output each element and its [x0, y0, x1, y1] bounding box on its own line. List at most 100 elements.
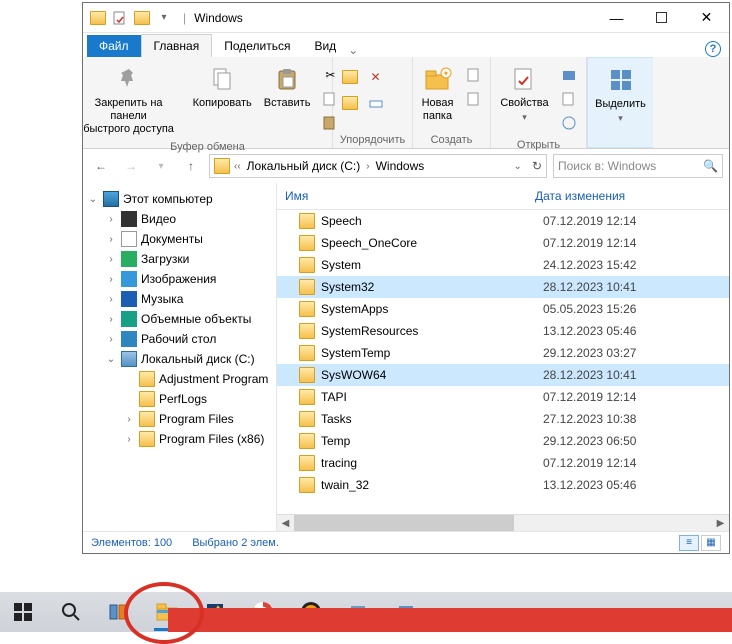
chevron-down-icon[interactable]: ⌄: [87, 194, 99, 205]
file-name: Tasks: [321, 412, 543, 426]
file-row[interactable]: SystemApps05.05.2023 15:26: [277, 298, 729, 320]
maximize-button[interactable]: [639, 3, 684, 33]
scroll-left-arrow[interactable]: ◀: [277, 518, 294, 529]
breadcrumb[interactable]: ‹‹ Локальный диск (C:) › Windows ⌄ ↻: [209, 154, 547, 178]
tab-file[interactable]: Файл: [87, 35, 141, 57]
edit-icon[interactable]: [559, 89, 579, 109]
tree-item-folder[interactable]: ›Program Files: [87, 409, 272, 429]
search-button[interactable]: [48, 592, 94, 632]
delete-icon[interactable]: ✕: [366, 67, 386, 87]
file-row[interactable]: Temp29.12.2023 06:50: [277, 430, 729, 452]
chevron-left-icon[interactable]: ‹‹: [234, 161, 241, 172]
files-container[interactable]: Speech07.12.2019 12:14Speech_OneCore07.1…: [277, 210, 729, 514]
search-icon: 🔍: [703, 159, 718, 173]
chevron-right-icon[interactable]: ›: [105, 314, 117, 325]
move-to-icon[interactable]: [340, 67, 360, 87]
tab-share[interactable]: Поделиться: [212, 35, 302, 57]
tree-item-desktop[interactable]: ›Рабочий стол: [87, 329, 272, 349]
help-icon[interactable]: ?: [705, 41, 721, 57]
chevron-right-icon[interactable]: ›: [105, 214, 117, 225]
tree-item-downloads[interactable]: ›Загрузки: [87, 249, 272, 269]
chevron-right-icon[interactable]: ›: [123, 414, 135, 425]
nav-up-button[interactable]: ↑: [179, 154, 203, 178]
pin-quickaccess-button[interactable]: Закрепить на панели быстрого доступа: [73, 61, 185, 139]
scroll-right-arrow[interactable]: ▶: [712, 518, 729, 529]
select-all-button[interactable]: Выделить ▾: [591, 62, 650, 126]
properties-button[interactable]: Свойства ▾: [496, 61, 552, 125]
chevron-right-icon[interactable]: ›: [123, 434, 135, 445]
file-row[interactable]: SystemTemp29.12.2023 03:27: [277, 342, 729, 364]
tree-item-folder[interactable]: PerfLogs: [87, 389, 272, 409]
file-row[interactable]: Tasks27.12.2023 10:38: [277, 408, 729, 430]
scrollbar-thumb[interactable]: [294, 515, 514, 531]
column-headers: Имя Дата изменения: [277, 183, 729, 210]
chevron-down-icon[interactable]: ⌄: [105, 354, 117, 365]
open-icon[interactable]: [559, 65, 579, 85]
tab-view[interactable]: Вид: [302, 35, 348, 57]
tree-item-documents[interactable]: ›Документы: [87, 229, 272, 249]
tree-item-pictures[interactable]: ›Изображения: [87, 269, 272, 289]
minimize-button[interactable]: —: [594, 3, 639, 33]
file-row[interactable]: tracing07.12.2019 12:14: [277, 452, 729, 474]
annotation-red-bar: [168, 608, 732, 632]
chevron-right-icon[interactable]: ›: [105, 234, 117, 245]
horizontal-scrollbar[interactable]: ◀ ▶: [277, 514, 729, 531]
folder-icon: [299, 367, 315, 383]
ribbon-collapse-icon[interactable]: ⌄: [348, 43, 358, 57]
folder-icon: [89, 9, 107, 27]
file-row[interactable]: Speech_OneCore07.12.2019 12:14: [277, 232, 729, 254]
easy-access-icon[interactable]: [464, 89, 484, 109]
file-row[interactable]: twain_3213.12.2023 05:46: [277, 474, 729, 496]
nav-back-button[interactable]: ←: [89, 154, 113, 178]
column-name[interactable]: Имя: [277, 183, 527, 209]
nav-forward-button[interactable]: →: [119, 154, 143, 178]
file-list: Имя Дата изменения Speech07.12.2019 12:1…: [277, 183, 729, 531]
chevron-right-icon[interactable]: ›: [105, 274, 117, 285]
file-row[interactable]: SystemResources13.12.2023 05:46: [277, 320, 729, 342]
tree-item-folder[interactable]: ›Program Files (x86): [87, 429, 272, 449]
paste-icon: [271, 63, 303, 95]
file-row[interactable]: System3228.12.2023 10:41: [277, 276, 729, 298]
file-row[interactable]: SysWOW6428.12.2023 10:41: [277, 364, 729, 386]
qat-dropdown-icon[interactable]: ▾: [155, 9, 173, 27]
chevron-right-icon[interactable]: ›: [105, 334, 117, 345]
start-button[interactable]: [0, 592, 46, 632]
file-name: Speech_OneCore: [321, 236, 543, 250]
copy-button[interactable]: Копировать: [189, 61, 256, 112]
breadcrumb-segment[interactable]: Windows: [374, 159, 427, 173]
folder-icon: [299, 279, 315, 295]
copy-to-icon[interactable]: [340, 93, 360, 113]
chevron-right-icon[interactable]: ›: [105, 254, 117, 265]
navigation-tree[interactable]: ⌄Этот компьютер ›Видео ›Документы ›Загру…: [83, 183, 277, 531]
file-row[interactable]: System24.12.2023 15:42: [277, 254, 729, 276]
column-date[interactable]: Дата изменения: [527, 183, 729, 209]
task-view-button[interactable]: [96, 592, 142, 632]
view-details-toggle[interactable]: ≡: [679, 535, 699, 551]
breadcrumb-segment[interactable]: Локальный диск (C:): [245, 159, 363, 173]
view-icons-toggle[interactable]: ▦: [701, 535, 721, 551]
file-row[interactable]: Speech07.12.2019 12:14: [277, 210, 729, 232]
file-row[interactable]: TAPI07.12.2019 12:14: [277, 386, 729, 408]
tree-item-3d-objects[interactable]: ›Объемные объекты: [87, 309, 272, 329]
paste-button[interactable]: Вставить: [260, 61, 315, 112]
tree-item-local-disk[interactable]: ⌄Локальный диск (C:): [87, 349, 272, 369]
chevron-right-icon[interactable]: ›: [105, 294, 117, 305]
nav-recent-dropdown[interactable]: ▾: [149, 154, 173, 178]
rename-icon[interactable]: [366, 93, 386, 113]
breadcrumb-dropdown-icon[interactable]: ⌄: [514, 161, 522, 172]
close-button[interactable]: ✕: [684, 3, 729, 33]
new-folder-icon: ✦: [422, 63, 454, 95]
new-item-icon[interactable]: [464, 65, 484, 85]
properties-qat-icon[interactable]: [111, 9, 129, 27]
history-icon[interactable]: [559, 113, 579, 133]
file-name: System32: [321, 280, 543, 294]
tree-item-folder[interactable]: Adjustment Program: [87, 369, 272, 389]
refresh-icon[interactable]: ↻: [532, 159, 542, 173]
search-input[interactable]: Поиск в: Windows 🔍: [553, 154, 723, 178]
tree-item-music[interactable]: ›Музыка: [87, 289, 272, 309]
tree-item-videos[interactable]: ›Видео: [87, 209, 272, 229]
svg-text:✦: ✦: [442, 69, 449, 78]
tab-home[interactable]: Главная: [141, 34, 213, 57]
tree-item-this-pc[interactable]: ⌄Этот компьютер: [87, 189, 272, 209]
new-folder-button[interactable]: ✦ Новая папка: [418, 61, 458, 125]
